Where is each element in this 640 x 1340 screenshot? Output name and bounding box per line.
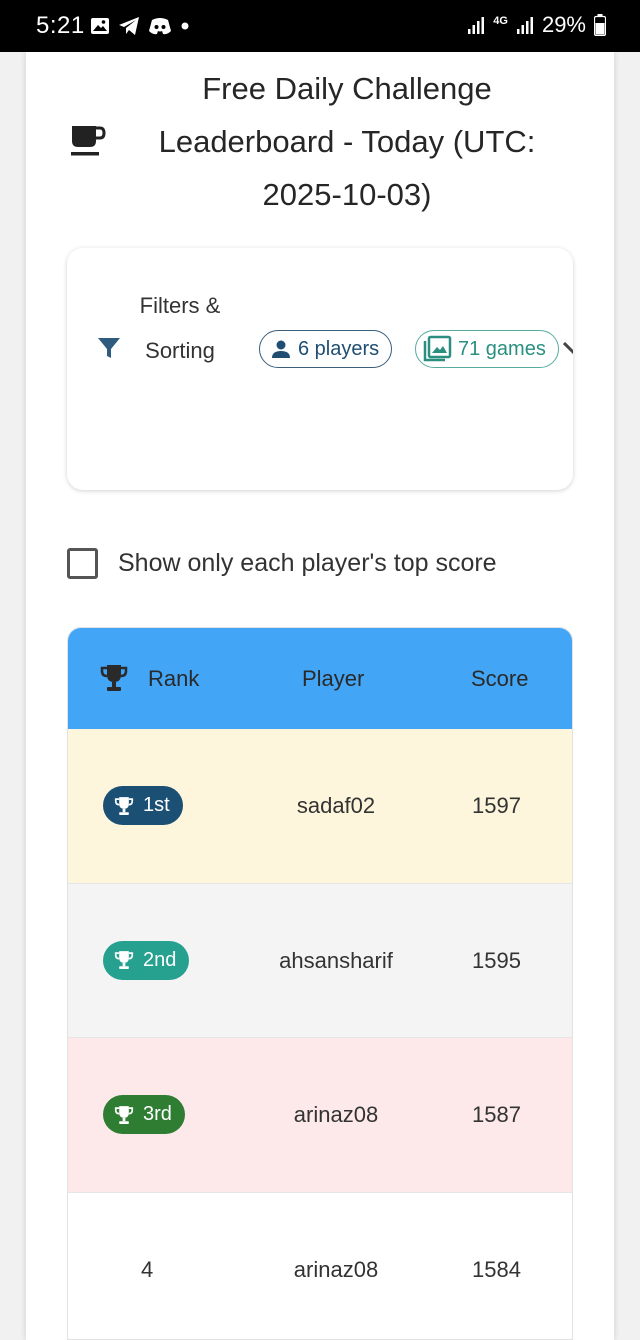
table-row[interactable]: 1st sadaf02 1597 (68, 729, 572, 884)
table-row[interactable]: 3rd arinaz08 1587 (68, 1038, 572, 1193)
column-header-score[interactable]: Score (471, 666, 528, 692)
players-count-label: 6 players (298, 337, 380, 360)
trophy-icon (114, 1105, 134, 1124)
status-bar: 5:21 4G 29% (0, 0, 640, 52)
table-row[interactable]: 2nd ahsansharif 1595 (68, 883, 572, 1038)
signal-icon (468, 17, 485, 34)
trophy-icon (114, 951, 134, 969)
player-name: ahsansharif (279, 947, 393, 973)
network-type: 4G (493, 14, 508, 27)
page-title: Free Daily Challenge Leaderboard - Today… (158, 71, 536, 212)
filter-panel: Filters & Sorting 6 players 71 games (67, 248, 573, 490)
leaderboard-table: Rank Player Score 1st sadaf02 1597 2nd a… (67, 627, 573, 1340)
table-row[interactable]: 4 arinaz08 1584 (68, 1192, 572, 1339)
player-name: arinaz08 (293, 1256, 379, 1282)
player-score: 1595 (472, 947, 521, 973)
filter-icon[interactable] (97, 336, 121, 365)
rank-label: 4 (141, 1256, 154, 1282)
player-score: 1584 (472, 1256, 521, 1282)
player-name: sadaf02 (296, 793, 376, 818)
column-header-rank[interactable]: Rank (148, 666, 199, 692)
games-count-chip[interactable]: 71 games (415, 330, 559, 368)
top-score-toggle-row[interactable]: Show only each player's top score (67, 548, 497, 579)
rank-badge-gold: 1st (103, 786, 183, 825)
image-icon (91, 18, 109, 34)
filters-sorting-label[interactable]: Filters & Sorting (125, 284, 235, 373)
trophy-icon (114, 796, 134, 815)
rank-label: 2nd (143, 948, 177, 971)
player-score: 1597 (472, 793, 521, 818)
status-time: 5:21 (36, 12, 85, 39)
notification-icons (90, 16, 190, 36)
rank-label: 3rd (143, 1103, 172, 1125)
player-score: 1587 (472, 1102, 521, 1127)
battery-percent: 29% (541, 12, 586, 37)
trophy-icon (98, 662, 130, 699)
table-header: Rank Player Score (68, 628, 572, 729)
top-score-checkbox[interactable] (67, 548, 98, 579)
discord-icon (149, 18, 171, 35)
player-name: arinaz08 (293, 1102, 379, 1127)
top-score-label: Show only each player's top score (118, 549, 497, 577)
rank-badge-silver: 2nd (103, 940, 190, 980)
coffee-cup-icon (70, 124, 106, 163)
rank-badge-bronze: 3rd (103, 1095, 185, 1134)
games-count-label: 71 games (458, 337, 546, 360)
signal-icon (516, 17, 533, 34)
status-right: 4G 29% (467, 12, 606, 38)
dot-icon (181, 22, 189, 30)
person-icon (272, 340, 290, 358)
column-header-player[interactable]: Player (302, 666, 364, 692)
players-count-chip[interactable]: 6 players (259, 330, 393, 368)
battery-icon (594, 14, 606, 36)
rank-label: 1st (143, 794, 170, 816)
telegram-icon (119, 17, 139, 35)
pencil-icon (562, 341, 573, 361)
image-stack-icon (423, 335, 452, 362)
